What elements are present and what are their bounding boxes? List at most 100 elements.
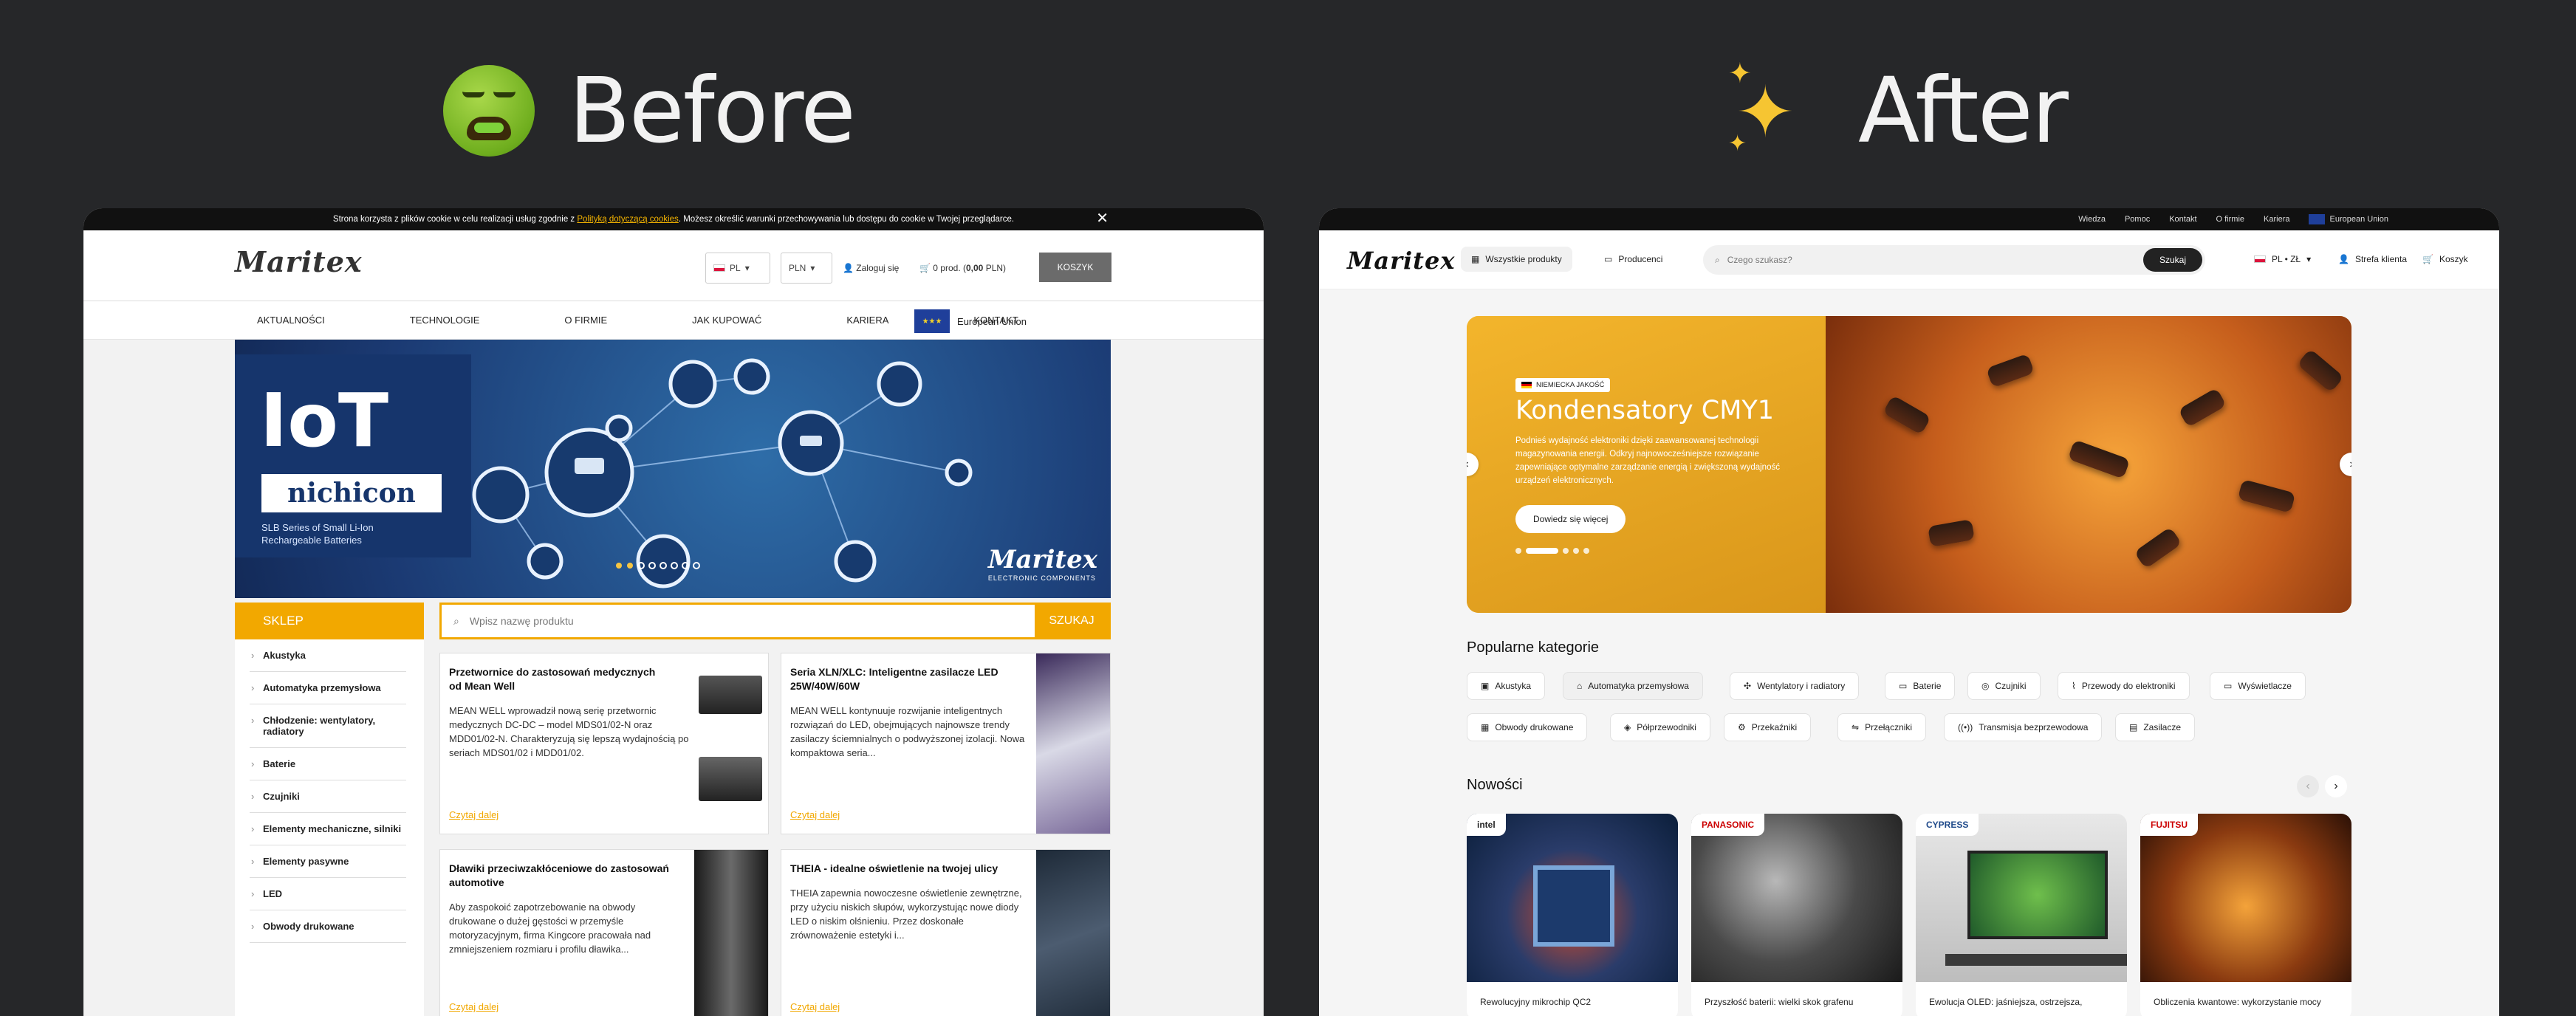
category-chip[interactable]: ✣ Wentylatory i radiatory xyxy=(1730,672,1860,700)
login-link[interactable]: 👤 Zaloguj się xyxy=(843,263,899,273)
maritex-logo[interactable]: Maritex xyxy=(235,245,363,278)
search-input[interactable]: ⌕ Wpisz nazwę produktu xyxy=(442,615,1035,628)
category-chip[interactable]: ⚙ Przekaźniki xyxy=(1724,713,1812,741)
read-more-link[interactable]: Czytaj dalej xyxy=(790,809,840,820)
category-chip[interactable]: ⌇ Przewody do elektroniki xyxy=(2058,672,2190,700)
nav-item[interactable]: KARIERA xyxy=(846,315,888,326)
category-chip[interactable]: ▦ Obwody drukowane xyxy=(1467,713,1588,741)
nav-item[interactable]: JAK KUPOWAĆ xyxy=(692,315,761,326)
sidebar-item[interactable]: Obwody drukowane xyxy=(250,910,406,943)
sidebar-item[interactable]: Chłodzenie: wentylatory, radiatory xyxy=(250,704,406,748)
read-more-link[interactable]: Czytaj dalej xyxy=(790,1001,840,1012)
carousel-dot[interactable] xyxy=(1583,548,1589,554)
cookie-policy-link[interactable]: Polityką dotyczącą cookies xyxy=(577,215,678,224)
hero-carousel[interactable]: NIEMIECKA JAKOŚĆ Kondensatory CMY1 Podni… xyxy=(1467,316,2351,613)
news-next-button[interactable]: › xyxy=(2325,775,2347,797)
article-card[interactable]: Seria XLN/XLC: Inteligentne zasilacze LE… xyxy=(781,653,1111,834)
product-image xyxy=(699,757,762,801)
category-chip[interactable]: ⇋ Przełączniki xyxy=(1837,713,1927,741)
sidebar-item[interactable]: Czujniki xyxy=(250,780,406,813)
utility-link[interactable]: Pomoc xyxy=(2125,215,2150,224)
news-title[interactable]: Rewolucyjny mikrochip QC2 xyxy=(1467,982,1678,1016)
locale-select[interactable]: PL • ZŁ ▾ xyxy=(2244,247,2321,272)
article-title[interactable]: Seria XLN/XLC: Inteligentne zasilacze LE… xyxy=(790,665,1012,693)
category-label: Akustyka xyxy=(1495,681,1532,691)
promo-banner[interactable]: IoT nichicon SLB Series of Small Li-Ion R… xyxy=(235,340,1111,598)
article-title[interactable]: THEIA - idealne oświetlenie na twojej ul… xyxy=(790,862,1012,876)
news-card[interactable]: PANASONIC Przyszłość baterii: wielki sko… xyxy=(1691,814,1902,1016)
banner-subtitle-line2: Rechargeable Batteries xyxy=(261,535,362,546)
login-label: Zaloguj się xyxy=(856,263,900,273)
read-more-link[interactable]: Czytaj dalej xyxy=(449,1001,499,1012)
nav-item[interactable]: TECHNOLOGIE xyxy=(410,315,480,326)
producers-button[interactable]: ▭ Producenci xyxy=(1594,247,1673,272)
article-card[interactable]: Dławiki przeciwzakłóceniowe do zastosowa… xyxy=(439,849,769,1016)
before-title: Before xyxy=(569,58,856,163)
nav-item[interactable]: AKTUALNOŚCI xyxy=(257,315,325,326)
search-placeholder: Czego szukasz? xyxy=(1727,255,1792,265)
language-select[interactable]: PL ▾ xyxy=(705,253,770,284)
category-chip[interactable]: ▭ Wyświetlacze xyxy=(2210,672,2306,700)
news-card[interactable]: CYPRESS Ewolucja OLED: jaśniejsza, ostrz… xyxy=(1916,814,2127,1016)
brand-logo: intel xyxy=(1467,814,1506,836)
search-button[interactable]: Szukaj xyxy=(2142,248,2202,272)
news-card[interactable]: intel Rewolucyjny mikrochip QC2 xyxy=(1467,814,1678,1016)
sidebar-item[interactable]: Automatyka przemysłowa xyxy=(250,672,406,704)
article-card[interactable]: Przetwornice do zastosowań medycznych od… xyxy=(439,653,769,834)
nav-item[interactable]: O FIRMIE xyxy=(564,315,607,326)
category-chip[interactable]: ▣ Akustyka xyxy=(1467,672,1546,700)
banner-wm-sub: ELECTRONIC COMPONENTS xyxy=(987,574,1096,582)
all-products-button[interactable]: ▦ Wszystkie produkty xyxy=(1461,247,1572,272)
search-icon: ⌕ xyxy=(453,614,459,627)
search-button[interactable]: SZUKAJ xyxy=(1035,605,1109,637)
news-title[interactable]: Ewolucja OLED: jaśniejsza, ostrzejsza, xyxy=(1916,982,2127,1016)
currency-select[interactable]: PLN ▾ xyxy=(781,253,832,284)
before-window: Strona korzysta z plików cookie w celu r… xyxy=(83,208,1264,1016)
utility-link[interactable]: O firmie xyxy=(2216,215,2245,224)
sidebar-item[interactable]: Elementy mechaniczne, silniki xyxy=(250,813,406,845)
carousel-dot[interactable] xyxy=(1563,548,1569,554)
eu-badge[interactable]: ★★★ European Union xyxy=(914,309,1111,333)
search-input[interactable]: ⌕ Czego szukasz? Szukaj xyxy=(1703,245,2205,275)
category-chip[interactable]: ◈ Półprzewodniki xyxy=(1610,713,1710,741)
category-chip[interactable]: ▭ Baterie xyxy=(1885,672,1956,700)
news-prev-button[interactable]: ‹ xyxy=(2297,775,2319,797)
eu-badge[interactable]: European Union xyxy=(2309,214,2388,224)
sidebar-item[interactable]: Akustyka xyxy=(250,639,406,672)
close-icon[interactable]: ✕ xyxy=(1096,211,1109,226)
carousel-dot[interactable] xyxy=(1573,548,1579,554)
sidebar-item[interactable]: Baterie xyxy=(250,748,406,780)
carousel-dot-active[interactable] xyxy=(1526,548,1558,554)
category-chip[interactable]: ⌂ Automatyka przemysłowa xyxy=(1563,672,1703,700)
store-icon: ▭ xyxy=(1604,254,1613,264)
utility-link[interactable]: Wiedza xyxy=(2078,215,2106,224)
sidebar-item[interactable]: Elementy pasywne xyxy=(250,845,406,878)
read-more-link[interactable]: Czytaj dalej xyxy=(449,809,499,820)
category-chip[interactable]: ◎ Czujniki xyxy=(1967,672,2041,700)
utility-link[interactable]: Kariera xyxy=(2264,215,2289,224)
sidebar-item[interactable]: LED xyxy=(250,878,406,910)
news-title[interactable]: Obliczenia kwantowe: wykorzystanie mocy xyxy=(2140,982,2351,1016)
utility-link[interactable]: Kontakt xyxy=(2169,215,2196,224)
switch-icon: ⇋ xyxy=(1852,722,1860,732)
category-chip[interactable]: ((•)) Transmisja bezprzewodowa xyxy=(1944,713,2103,741)
cart-link[interactable]: 🛒 Koszyk xyxy=(2412,247,2479,272)
news-title[interactable]: Przyszłość baterii: wielki skok grafenu xyxy=(1691,982,1902,1016)
cart-button[interactable]: KOSZYK xyxy=(1039,253,1111,282)
battery-icon: ▭ xyxy=(1899,681,1908,691)
client-zone-link[interactable]: 👤 Strefa klienta xyxy=(2328,247,2417,272)
article-card[interactable]: THEIA - idealne oświetlenie na twojej ul… xyxy=(781,849,1111,1016)
cart-summary[interactable]: 🛒 0 prod. (0,00 PLN) xyxy=(919,263,1006,273)
article-title[interactable]: Dławiki przeciwzakłóceniowe do zastosowa… xyxy=(449,862,671,890)
article-title[interactable]: Przetwornice do zastosowań medycznych od… xyxy=(449,665,671,693)
banner-watermark-logo: Maritex ELECTRONIC COMPONENTS xyxy=(988,545,1097,582)
learn-more-button[interactable]: Dowiedz się więcej xyxy=(1515,505,1626,533)
banner-subtitle-line1: SLB Series of Small Li-Ion xyxy=(261,522,374,533)
category-chip[interactable]: ▤ Zasilacze xyxy=(2115,713,2196,741)
speaker-icon: ▣ xyxy=(1481,681,1490,691)
eu-label: European Union xyxy=(957,315,1027,327)
sparkles-icon: ✦ ✦ ✦ xyxy=(1728,57,1795,157)
news-card[interactable]: FUJITSU Obliczenia kwantowe: wykorzystan… xyxy=(2140,814,2351,1016)
maritex-logo[interactable]: Maritex xyxy=(1347,247,1455,275)
carousel-dot[interactable] xyxy=(1515,548,1521,554)
